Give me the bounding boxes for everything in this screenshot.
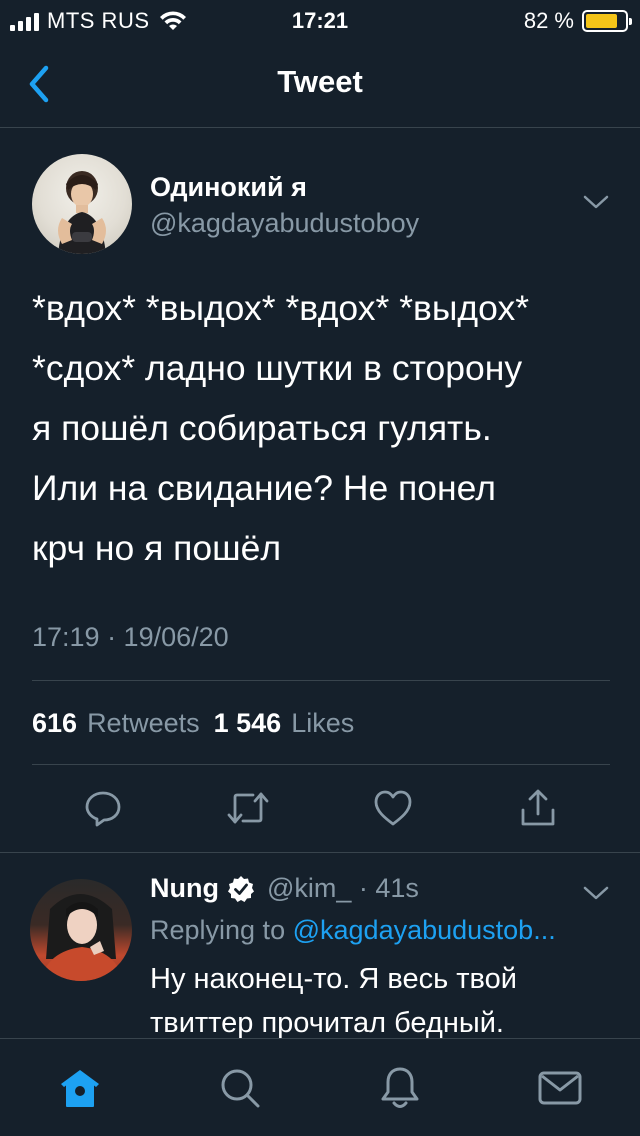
battery-icon	[582, 10, 632, 32]
battery-percent: 82 %	[523, 8, 574, 33]
chevron-down-icon	[583, 886, 609, 900]
avatar[interactable]	[32, 154, 132, 254]
tab-search[interactable]	[215, 1063, 265, 1113]
retweet-button[interactable]	[222, 782, 274, 834]
like-button[interactable]	[367, 782, 419, 834]
reply-text: Ну наконец-то. Я весь твой твиттер прочи…	[150, 963, 517, 1039]
tab-messages[interactable]	[535, 1063, 585, 1113]
status-bar: MTS RUS 17:21 82 %	[0, 0, 640, 42]
replying-to-link[interactable]: @kagdayabudustob...	[293, 915, 556, 945]
tab-home[interactable]	[55, 1063, 105, 1113]
tweet-detail-screen: MTS RUS 17:21 82 % Tweet Одинокий я @kag…	[0, 0, 640, 1136]
tab-notifications[interactable]	[375, 1063, 425, 1113]
reply-button[interactable]	[77, 782, 129, 834]
reply-header: Nung @kim_ · 41s	[150, 873, 419, 904]
avatar-illustration	[40, 894, 124, 981]
author-handle[interactable]: @kagdayabudustoboy	[150, 208, 419, 239]
likes-label[interactable]: Likes	[291, 708, 354, 739]
avatar[interactable]	[30, 879, 132, 981]
search-icon	[221, 1069, 260, 1108]
like-icon	[374, 790, 412, 826]
replying-to-line: Replying to @kagdayabudustob...	[150, 915, 556, 946]
share-icon	[521, 789, 555, 826]
retweets-label[interactable]: Retweets	[87, 708, 200, 739]
messages-icon	[538, 1071, 582, 1105]
tweet-stats: 616 Retweets 1 546 Likes	[32, 708, 354, 739]
nav-header: Tweet	[0, 42, 640, 128]
divider	[32, 680, 610, 681]
chevron-down-icon	[583, 195, 609, 209]
tweet-actions	[0, 778, 640, 838]
reply-icon	[85, 791, 121, 827]
verified-badge-icon	[227, 875, 254, 902]
reply-author-handle: @kim_ · 41s	[266, 873, 419, 903]
avatar-illustration	[58, 171, 106, 254]
home-icon	[61, 1070, 99, 1107]
status-right: 82 %	[523, 8, 632, 34]
share-button[interactable]	[512, 782, 564, 834]
likes-count[interactable]: 1 546	[214, 708, 282, 739]
divider	[32, 764, 610, 765]
reply-author-name[interactable]: Nung	[150, 873, 219, 904]
tweet-text: *вдох* *выдох* *вдох* *выдох* *сдох* лад…	[32, 288, 530, 568]
tweet-timestamp: 17:19 · 19/06/20	[32, 622, 229, 652]
author-name[interactable]: Одинокий я	[150, 172, 307, 203]
tab-bar	[0, 1038, 640, 1136]
retweets-count[interactable]: 616	[32, 708, 77, 739]
page-title: Tweet	[277, 64, 363, 99]
replying-prefix: Replying to	[150, 915, 286, 945]
notifications-icon	[381, 1067, 419, 1108]
retweet-icon	[227, 792, 269, 824]
battery-fill	[586, 14, 618, 28]
reply-tweet[interactable]: Nung @kim_ · 41s Replying to @kagdayabud…	[0, 852, 640, 1039]
reply-options-button[interactable]	[582, 883, 610, 903]
tweet-options-button[interactable]	[582, 192, 610, 212]
